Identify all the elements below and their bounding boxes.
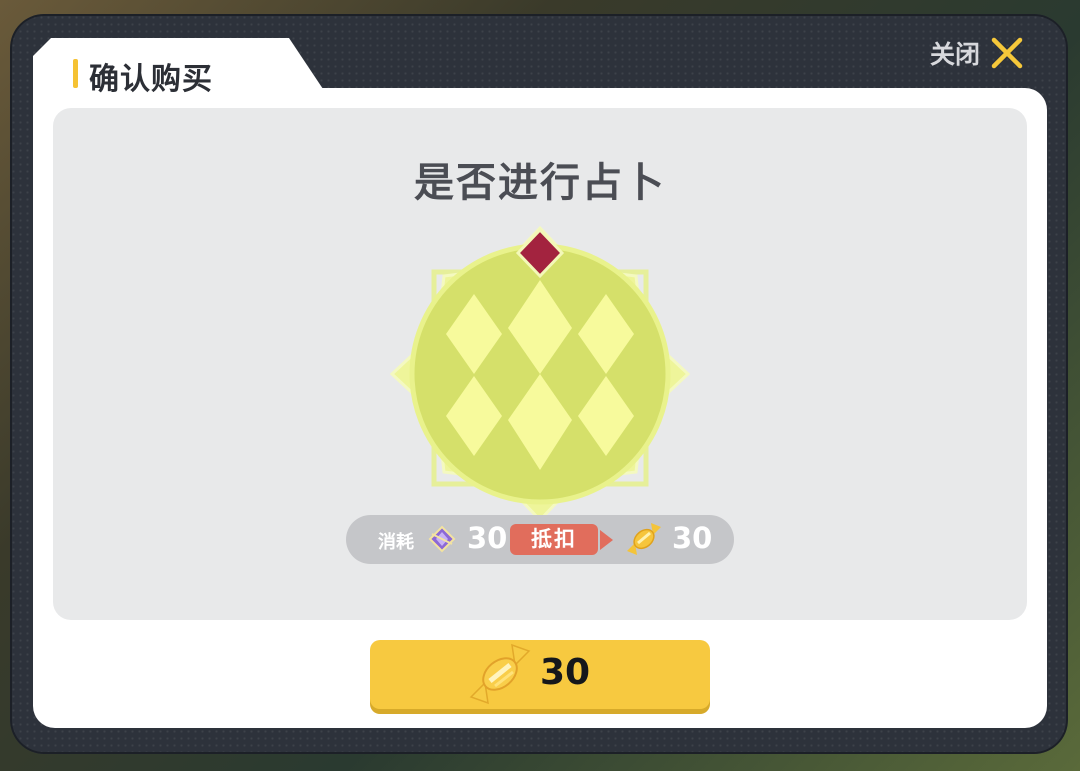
gem-cost-value: 30 <box>467 521 508 555</box>
divination-emblem-icon <box>389 225 691 523</box>
dialog-title: 确认购买 <box>89 62 213 97</box>
purchase-price: 30 <box>540 652 591 693</box>
close-button[interactable]: 关闭 <box>930 32 1046 74</box>
close-label: 关闭 <box>930 40 981 69</box>
candy-icon <box>627 523 661 555</box>
deduct-badge: 抵扣 <box>510 524 598 555</box>
prompt-title: 是否进行占卜 <box>414 160 666 206</box>
purple-crystal-icon <box>428 525 456 553</box>
deduct-arrow-icon <box>600 530 613 550</box>
cost-label: 消耗 <box>378 532 414 553</box>
candy-cost-value: 30 <box>672 521 713 555</box>
candy-icon <box>469 643 531 705</box>
title-accent-bar <box>73 59 78 88</box>
close-icon <box>991 37 1023 69</box>
